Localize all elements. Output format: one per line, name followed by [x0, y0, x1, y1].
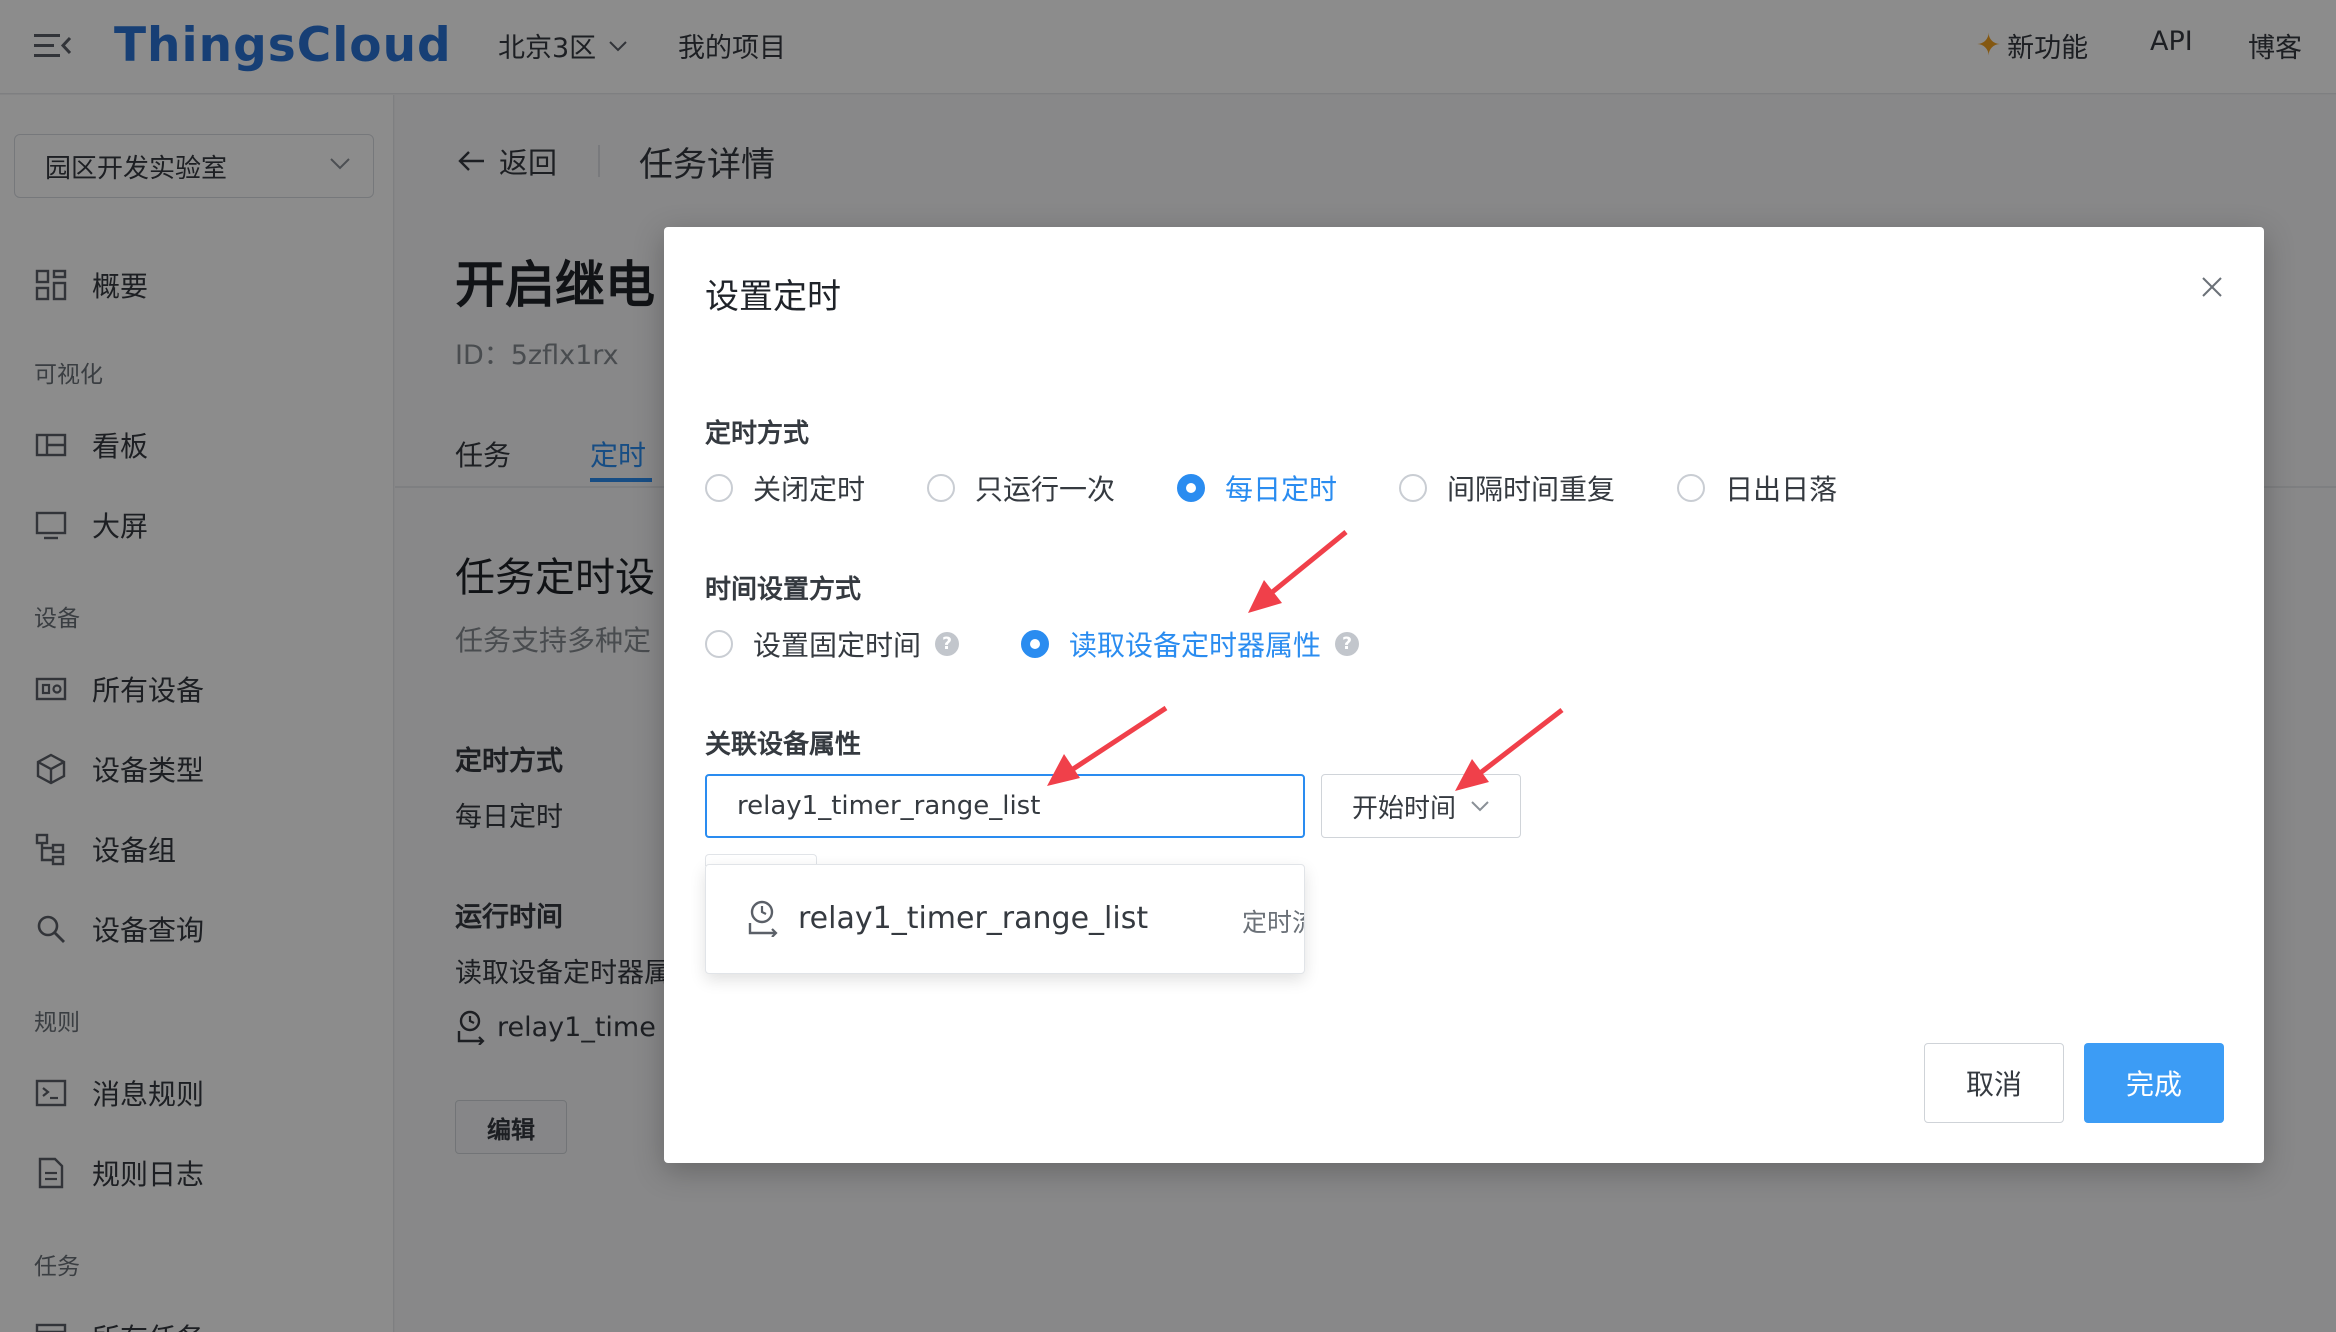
timer-mode-radio-group: 关闭定时 只运行一次 每日定时 间隔时间重复 日出日落 — [705, 468, 1899, 508]
timer-attribute-icon — [748, 900, 778, 937]
radio-circle — [1677, 474, 1706, 502]
chevron-down-icon — [1471, 801, 1489, 812]
set-timer-dialog: 设置定时 定时方式 关闭定时 只运行一次 每日定时 间隔时间重复 日出日落 时间… — [664, 227, 2264, 1163]
close-icon[interactable] — [2200, 275, 2224, 299]
radio-label: 间隔时间重复 — [1447, 473, 1616, 506]
radio-circle — [1399, 474, 1428, 502]
radio-circle — [705, 630, 733, 658]
option-note: 定时流 — [1242, 908, 1304, 937]
radio-label: 设置固定时间 — [753, 629, 922, 662]
confirm-button[interactable]: 完成 — [2084, 1043, 2224, 1123]
dialog-title: 设置定时 — [705, 277, 841, 317]
help-icon[interactable]: ? — [1335, 632, 1360, 656]
radio-circle — [1177, 474, 1206, 502]
attribute-dropdown: relay1_timer_range_list 定时流 — [705, 864, 1305, 974]
radio-daily[interactable]: 每日定时 — [1177, 468, 1337, 508]
time-setting-radio-group: 设置固定时间? 读取设备定时器属性? — [705, 624, 1421, 664]
radio-label: 日出日落 — [1725, 473, 1838, 506]
radio-read-device-timer[interactable]: 读取设备定时器属性? — [1021, 624, 1360, 664]
radio-label: 每日定时 — [1225, 473, 1338, 506]
radio-interval[interactable]: 间隔时间重复 — [1399, 468, 1615, 508]
time-setting-label: 时间设置方式 — [705, 575, 862, 605]
cancel-button[interactable]: 取消 — [1924, 1043, 2064, 1123]
radio-circle — [705, 474, 733, 502]
radio-run-once[interactable]: 只运行一次 — [927, 468, 1115, 508]
radio-circle — [927, 474, 956, 502]
help-icon[interactable]: ? — [935, 632, 960, 656]
dropdown-option[interactable]: relay1_timer_range_list — [746, 899, 1148, 937]
timer-mode-label: 定时方式 — [705, 419, 810, 449]
radio-off[interactable]: 关闭定时 — [705, 468, 865, 508]
related-attribute-label: 关联设备属性 — [705, 730, 862, 760]
radio-fixed-time[interactable]: 设置固定时间? — [705, 624, 960, 664]
option-label: relay1_timer_range_list — [798, 900, 1149, 936]
radio-circle — [1021, 630, 1050, 658]
select-value: 开始时间 — [1352, 793, 1457, 824]
radio-label: 只运行一次 — [975, 473, 1116, 506]
radio-label: 读取设备定时器属性 — [1069, 629, 1322, 662]
attribute-input[interactable]: relay1_timer_range_list — [705, 774, 1305, 838]
radio-label: 关闭定时 — [753, 473, 866, 506]
time-field-select[interactable]: 开始时间 — [1321, 774, 1521, 838]
radio-sunrise-sunset[interactable]: 日出日落 — [1677, 468, 1837, 508]
